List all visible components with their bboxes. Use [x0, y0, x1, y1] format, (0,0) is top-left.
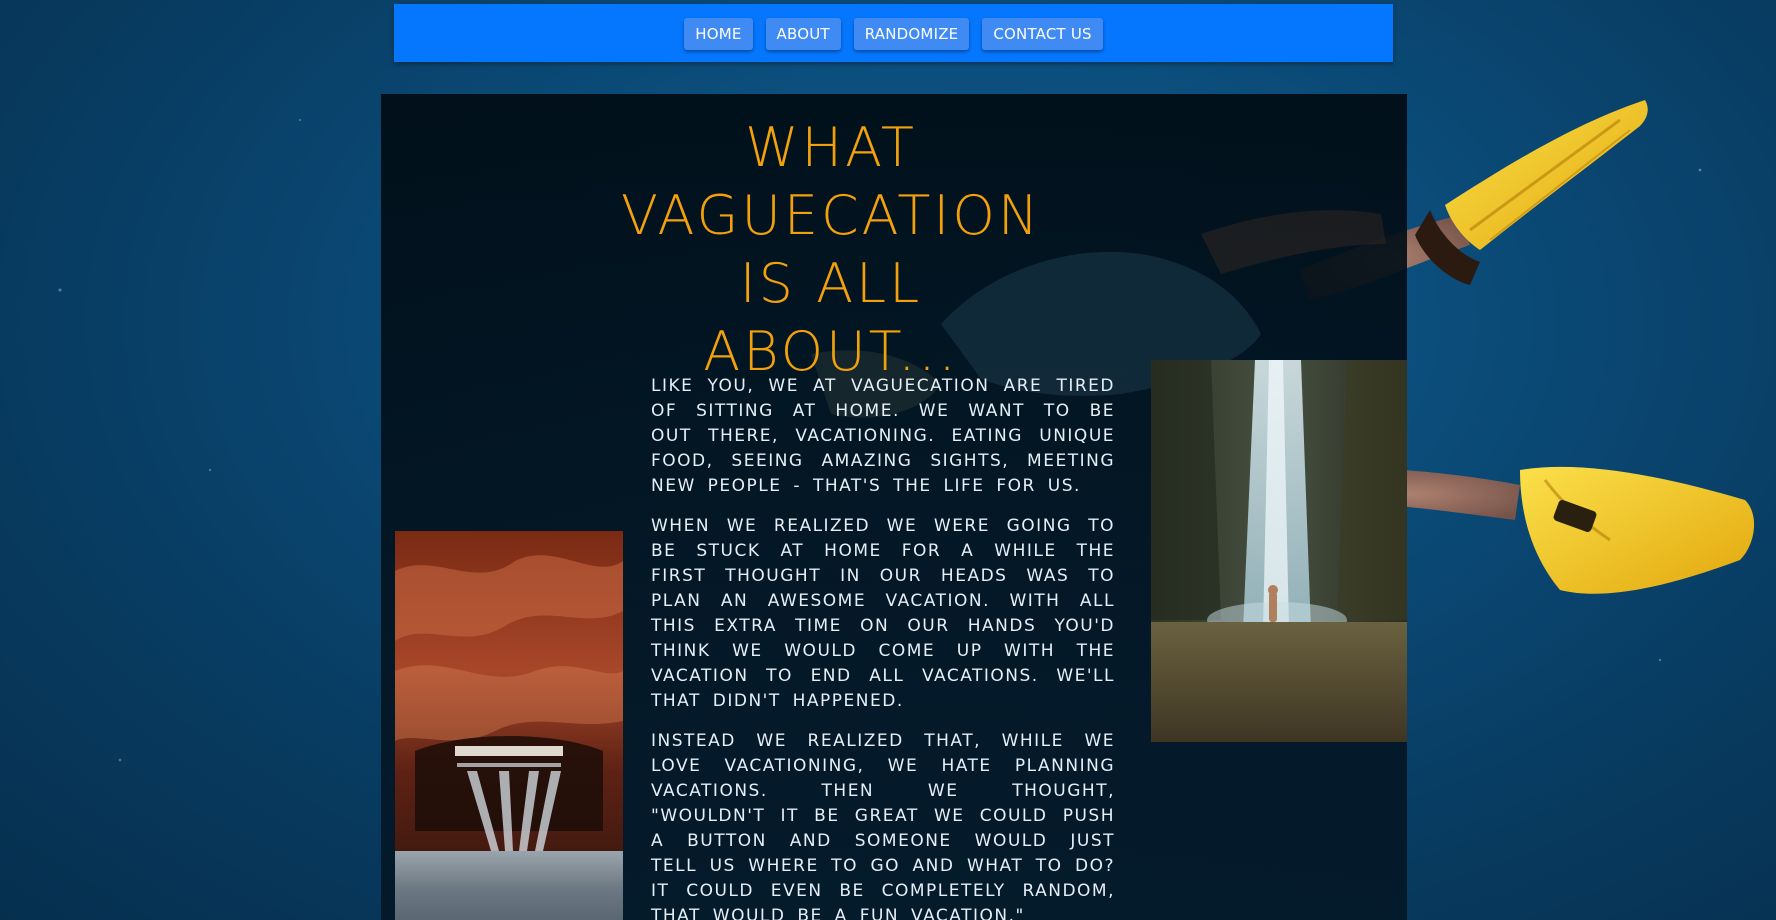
top-navbar: HOME ABOUT RANDOMIZE CONTACT US: [394, 4, 1393, 62]
subway-cave-escalator-photo: [395, 531, 623, 920]
waterfall-swimmer-photo: [1151, 360, 1407, 742]
nav-randomize-button[interactable]: RANDOMIZE: [853, 18, 970, 50]
about-content-panel: WHAT VAGUECATION IS ALL ABOUT... Like yo…: [381, 94, 1407, 920]
nav-home-button[interactable]: HOME: [684, 18, 753, 50]
about-paragraph: When we realized we were going to be stu…: [651, 516, 1115, 711]
page-title: WHAT VAGUECATION IS ALL ABOUT...: [621, 116, 1042, 383]
about-paragraph: Instead we realized that, while we love …: [651, 731, 1115, 920]
nav-about-button[interactable]: ABOUT: [765, 18, 841, 50]
about-paragraph: Like you, we at Vaguecation are tired of…: [651, 376, 1115, 496]
nav-contact-us-button[interactable]: CONTACT US: [982, 18, 1103, 50]
nav-button-group: HOME ABOUT RANDOMIZE CONTACT US: [394, 18, 1393, 50]
about-text: Like you, we at Vaguecation are tired of…: [651, 374, 1115, 920]
